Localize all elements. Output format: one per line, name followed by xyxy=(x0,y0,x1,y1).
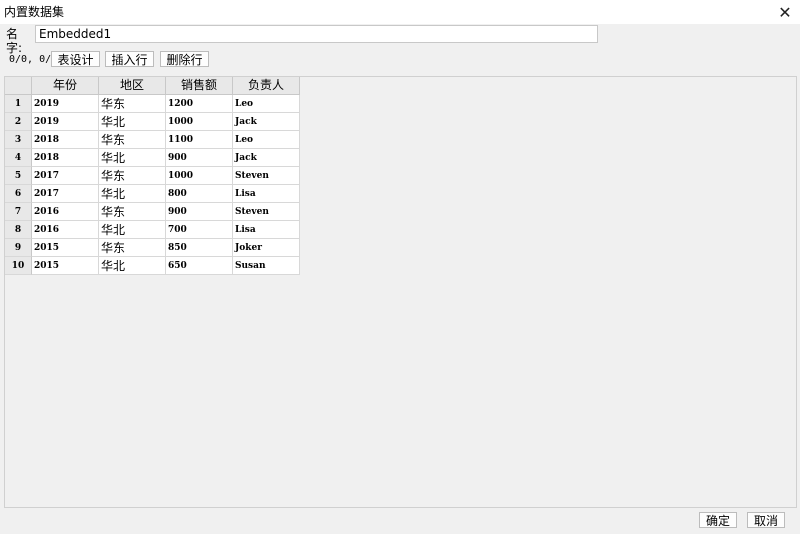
table-row[interactable]: 2 2019 华北 1000 Jack xyxy=(5,113,300,131)
cell-owner[interactable]: Leo xyxy=(233,131,300,149)
cell-region[interactable]: 华北 xyxy=(99,149,166,167)
table-row[interactable]: 4 2018 华北 900 Jack xyxy=(5,149,300,167)
table-row[interactable]: 8 2016 华北 700 Lisa xyxy=(5,221,300,239)
table-row[interactable]: 1 2019 华东 1200 Leo xyxy=(5,95,300,113)
cell-year[interactable]: 2015 xyxy=(32,239,99,257)
cell-year[interactable]: 2019 xyxy=(32,113,99,131)
cell-region[interactable]: 华北 xyxy=(99,185,166,203)
cell-region[interactable]: 华北 xyxy=(99,113,166,131)
table-row[interactable]: 3 2018 华东 1100 Leo xyxy=(5,131,300,149)
header-row: 年份 地区 销售额 负责人 xyxy=(5,77,300,95)
cell-owner[interactable]: Jack xyxy=(233,149,300,167)
cell-year[interactable]: 2018 xyxy=(32,131,99,149)
cell-sales[interactable]: 1100 xyxy=(166,131,233,149)
row-number[interactable]: 2 xyxy=(5,113,32,131)
toolbar: 0/0, 0/0 表设计 插入行 删除行 xyxy=(0,51,300,69)
cell-owner[interactable]: Jack xyxy=(233,113,300,131)
cell-owner[interactable]: Lisa xyxy=(233,185,300,203)
data-grid-area[interactable]: 年份 地区 销售额 负责人 1 2019 华东 1200 Leo 2 2019 华北 1000 J… xyxy=(4,76,797,508)
cell-region[interactable]: 华东 xyxy=(99,239,166,257)
row-number[interactable]: 4 xyxy=(5,149,32,167)
column-header-year[interactable]: 年份 xyxy=(32,77,99,94)
cancel-button[interactable]: 取消 xyxy=(747,512,785,528)
cell-region[interactable]: 华北 xyxy=(99,221,166,239)
column-header-sales[interactable]: 销售额 xyxy=(166,77,233,94)
cell-owner[interactable]: Leo xyxy=(233,95,300,113)
table-row[interactable]: 9 2015 华东 850 Joker xyxy=(5,239,300,257)
cell-year[interactable]: 2019 xyxy=(32,95,99,113)
cell-sales[interactable]: 850 xyxy=(166,239,233,257)
cell-year[interactable]: 2018 xyxy=(32,149,99,167)
table-row[interactable]: 5 2017 华东 1000 Steven xyxy=(5,167,300,185)
cell-sales[interactable]: 900 xyxy=(166,149,233,167)
row-number[interactable]: 1 xyxy=(5,95,32,113)
ok-button[interactable]: 确定 xyxy=(699,512,737,528)
name-input[interactable] xyxy=(35,25,598,43)
cell-year[interactable]: 2016 xyxy=(32,203,99,221)
row-number[interactable]: 9 xyxy=(5,239,32,257)
delete-row-button[interactable]: 删除行 xyxy=(160,51,209,67)
column-header-region[interactable]: 地区 xyxy=(99,77,166,94)
cell-year[interactable]: 2015 xyxy=(32,257,99,275)
row-number[interactable]: 8 xyxy=(5,221,32,239)
row-number[interactable]: 6 xyxy=(5,185,32,203)
cell-year[interactable]: 2016 xyxy=(32,221,99,239)
column-header-owner[interactable]: 负责人 xyxy=(233,77,300,94)
cell-sales[interactable]: 1200 xyxy=(166,95,233,113)
table-row[interactable]: 6 2017 华北 800 Lisa xyxy=(5,185,300,203)
cell-owner[interactable]: Lisa xyxy=(233,221,300,239)
cell-owner[interactable]: Joker xyxy=(233,239,300,257)
row-number[interactable]: 10 xyxy=(5,257,32,275)
cell-year[interactable]: 2017 xyxy=(32,185,99,203)
close-icon[interactable]: ✕ xyxy=(770,0,800,24)
cell-sales[interactable]: 800 xyxy=(166,185,233,203)
insert-row-button[interactable]: 插入行 xyxy=(105,51,154,67)
row-number[interactable]: 5 xyxy=(5,167,32,185)
cell-year[interactable]: 2017 xyxy=(32,167,99,185)
corner-cell[interactable] xyxy=(5,77,32,94)
cell-region[interactable]: 华东 xyxy=(99,167,166,185)
selection-counter: 0/0, 0/0 xyxy=(9,54,58,65)
table-row[interactable]: 10 2015 华北 650 Susan xyxy=(5,257,300,275)
cell-sales[interactable]: 700 xyxy=(166,221,233,239)
cell-owner[interactable]: Steven xyxy=(233,203,300,221)
title-bar: 内置数据集 ✕ xyxy=(0,0,800,24)
cell-sales[interactable]: 900 xyxy=(166,203,233,221)
cell-sales[interactable]: 1000 xyxy=(166,113,233,131)
cell-region[interactable]: 华东 xyxy=(99,203,166,221)
table-design-button[interactable]: 表设计 xyxy=(51,51,100,67)
table-row[interactable]: 7 2016 华东 900 Steven xyxy=(5,203,300,221)
cell-region[interactable]: 华东 xyxy=(99,95,166,113)
cell-owner[interactable]: Steven xyxy=(233,167,300,185)
cell-region[interactable]: 华北 xyxy=(99,257,166,275)
window-title: 内置数据集 xyxy=(4,5,65,19)
row-number[interactable]: 7 xyxy=(5,203,32,221)
cell-region[interactable]: 华东 xyxy=(99,131,166,149)
cell-sales[interactable]: 650 xyxy=(166,257,233,275)
row-number[interactable]: 3 xyxy=(5,131,32,149)
cell-owner[interactable]: Susan xyxy=(233,257,300,275)
cell-sales[interactable]: 1000 xyxy=(166,167,233,185)
